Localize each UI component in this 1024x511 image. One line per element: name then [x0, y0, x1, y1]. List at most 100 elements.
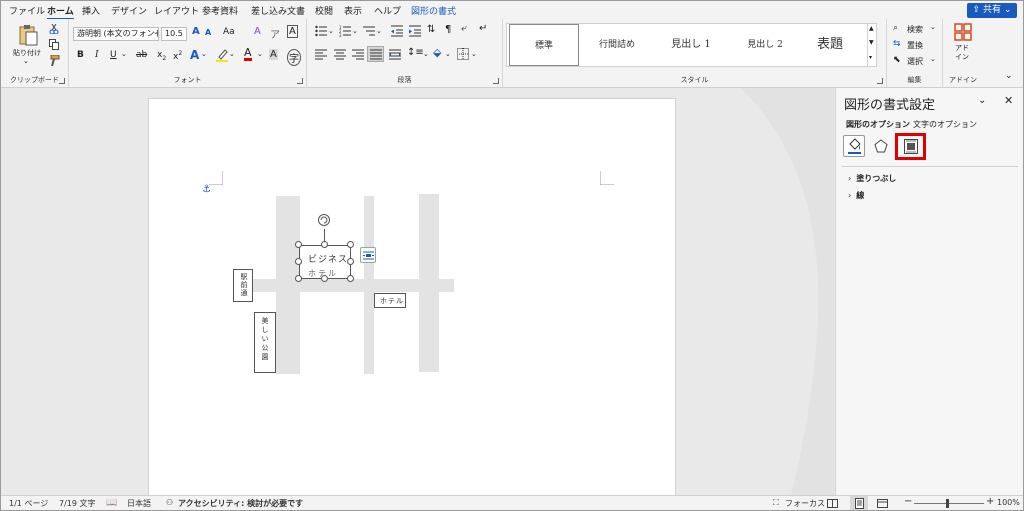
bold-icon[interactable]: B: [77, 50, 84, 60]
show-paragraph-marks-icon[interactable]: ¶: [445, 24, 451, 35]
line-spacing-chevron-icon[interactable]: ⌄: [423, 50, 429, 58]
character-shading-icon[interactable]: A: [269, 49, 278, 60]
phonetic-guide-icon[interactable]: ア: [270, 26, 280, 41]
text-effects-chevron-icon[interactable]: ⌄: [201, 50, 207, 58]
multilevel-list-icon[interactable]: [363, 25, 375, 37]
rotate-handle-icon[interactable]: [317, 213, 331, 229]
tab-design[interactable]: デザイン: [111, 4, 147, 17]
tab-text-options[interactable]: 文字のオプション: [913, 119, 977, 130]
addins-icon[interactable]: [954, 23, 972, 41]
addins-label[interactable]: アド イン: [955, 44, 969, 62]
copy-icon[interactable]: [49, 39, 59, 50]
strikethrough-icon[interactable]: ab: [136, 50, 147, 60]
document-page[interactable]: ⚓ ビジネス ホテル ホテル 駅前通 美しい公園: [148, 98, 676, 496]
tab-shape-format[interactable]: 図形の書式: [411, 4, 456, 17]
page-count[interactable]: 1/1 ページ: [9, 498, 48, 509]
change-case-button[interactable]: Aa: [223, 27, 235, 37]
zoom-level[interactable]: 100%: [997, 498, 1020, 507]
shrink-font-icon[interactable]: A: [205, 28, 211, 37]
paste-icon[interactable]: [17, 24, 39, 46]
align-left-icon[interactable]: [315, 49, 327, 60]
highlight-chevron-icon[interactable]: ⌄: [229, 50, 235, 58]
layout-options-button[interactable]: [360, 247, 376, 263]
highlight-icon[interactable]: [216, 49, 228, 62]
proofing-icon[interactable]: 📖: [106, 498, 117, 508]
tab-home[interactable]: ホーム: [47, 4, 74, 20]
zoom-in-icon[interactable]: +: [986, 496, 994, 507]
styles-scroll-up-icon[interactable]: ▲: [869, 25, 874, 32]
shading-icon[interactable]: ⬙: [433, 46, 441, 59]
word-count[interactable]: 7/19 文字: [59, 498, 96, 509]
tab-shape-options[interactable]: 図形のオプション: [846, 119, 910, 130]
align-right-icon[interactable]: [352, 49, 364, 60]
zoom-slider-thumb[interactable]: [946, 499, 949, 508]
bullets-chevron-icon[interactable]: ⌄: [328, 27, 334, 35]
print-layout-button[interactable]: [850, 496, 868, 510]
focus-label[interactable]: フォーカス: [785, 498, 825, 509]
underline-chevron-icon[interactable]: ⌄: [121, 50, 127, 58]
character-scaling-icon[interactable]: ↵: [479, 23, 487, 34]
font-color-icon[interactable]: A: [244, 47, 252, 61]
ribbon-collapse-icon[interactable]: ⌄: [1005, 71, 1013, 81]
style-heading-1[interactable]: 見出し 1: [655, 24, 727, 66]
tab-help[interactable]: ヘルプ: [374, 4, 401, 17]
numbering-icon[interactable]: 1 2 3: [339, 25, 351, 37]
styles-launcher-icon[interactable]: [877, 78, 883, 84]
borders-chevron-icon[interactable]: ⌄: [471, 50, 477, 58]
style-heading-2[interactable]: 見出し 2: [729, 24, 801, 66]
paragraph-launcher-icon[interactable]: [493, 78, 499, 84]
text-effects-icon[interactable]: A: [190, 48, 199, 62]
textbox-park[interactable]: 美しい公園: [254, 312, 276, 373]
line-spacing-icon[interactable]: ↕≡: [407, 47, 424, 58]
font-color-chevron-icon[interactable]: ⌄: [257, 50, 263, 58]
font-name-combo[interactable]: 游明朝 (本文のフォント: [73, 27, 159, 41]
resize-handle-bl[interactable]: [295, 275, 302, 282]
resize-handle-b[interactable]: [321, 275, 328, 282]
style-no-spacing[interactable]: 行間詰め: [581, 24, 653, 66]
font-name-chevron-icon[interactable]: ⌄: [153, 28, 159, 36]
resize-handle-br[interactable]: [347, 275, 354, 282]
borders-icon[interactable]: [457, 48, 469, 60]
layout-properties-tab-highlight[interactable]: [895, 133, 926, 160]
tab-view[interactable]: 表示: [344, 4, 362, 17]
style-title[interactable]: 表題: [797, 24, 863, 66]
pane-options-chevron-icon[interactable]: ⌄: [978, 95, 986, 106]
multilevel-chevron-icon[interactable]: ⌄: [376, 27, 382, 35]
line-section[interactable]: › 線: [848, 190, 864, 201]
focus-icon[interactable]: ⛶: [773, 498, 779, 508]
resize-handle-t[interactable]: [321, 241, 328, 248]
textbox-hotel[interactable]: ホテル: [374, 293, 406, 308]
increase-indent-icon[interactable]: [409, 25, 421, 37]
selected-textbox[interactable]: ビジネス ホテル: [299, 245, 351, 279]
underline-icon[interactable]: U: [110, 50, 117, 60]
style-normal[interactable]: 標準: [509, 24, 579, 66]
styles-scroll[interactable]: ▲ ▼ ▾: [867, 23, 877, 67]
fill-line-tab[interactable]: [843, 135, 865, 157]
paste-chevron-icon[interactable]: ⌄: [23, 57, 29, 65]
resize-handle-l[interactable]: [295, 258, 302, 265]
subscript-icon[interactable]: x2: [157, 50, 166, 62]
justify-button[interactable]: [367, 46, 384, 62]
bullets-icon[interactable]: [315, 25, 327, 37]
styles-more-icon[interactable]: ▾: [869, 54, 872, 61]
resize-handle-tr[interactable]: [347, 241, 354, 248]
language[interactable]: 日本語: [127, 498, 151, 509]
read-mode-icon[interactable]: [827, 498, 838, 509]
format-painter-icon[interactable]: [49, 55, 60, 66]
tab-references[interactable]: 参考資料: [202, 4, 238, 17]
zoom-out-icon[interactable]: −: [904, 496, 912, 507]
clear-formatting-icon[interactable]: A: [254, 26, 261, 37]
web-layout-icon[interactable]: [877, 498, 888, 509]
tab-review[interactable]: 校閲: [315, 4, 333, 17]
fill-section[interactable]: › 塗りつぶし: [848, 173, 896, 184]
grow-font-icon[interactable]: A: [192, 26, 200, 37]
accessibility-status[interactable]: アクセシビリティ: 検討が必要です: [178, 498, 303, 509]
resize-handle-r[interactable]: [347, 258, 354, 265]
clipboard-launcher-icon[interactable]: [59, 78, 65, 84]
effects-tab-icon[interactable]: [874, 139, 888, 153]
distributed-icon[interactable]: [389, 49, 401, 60]
close-icon[interactable]: ✕: [1004, 94, 1013, 107]
styles-scroll-down-icon[interactable]: ▼: [869, 39, 874, 46]
shading-chevron-icon[interactable]: ⌄: [445, 50, 451, 58]
tab-layout[interactable]: レイアウト: [154, 4, 199, 17]
